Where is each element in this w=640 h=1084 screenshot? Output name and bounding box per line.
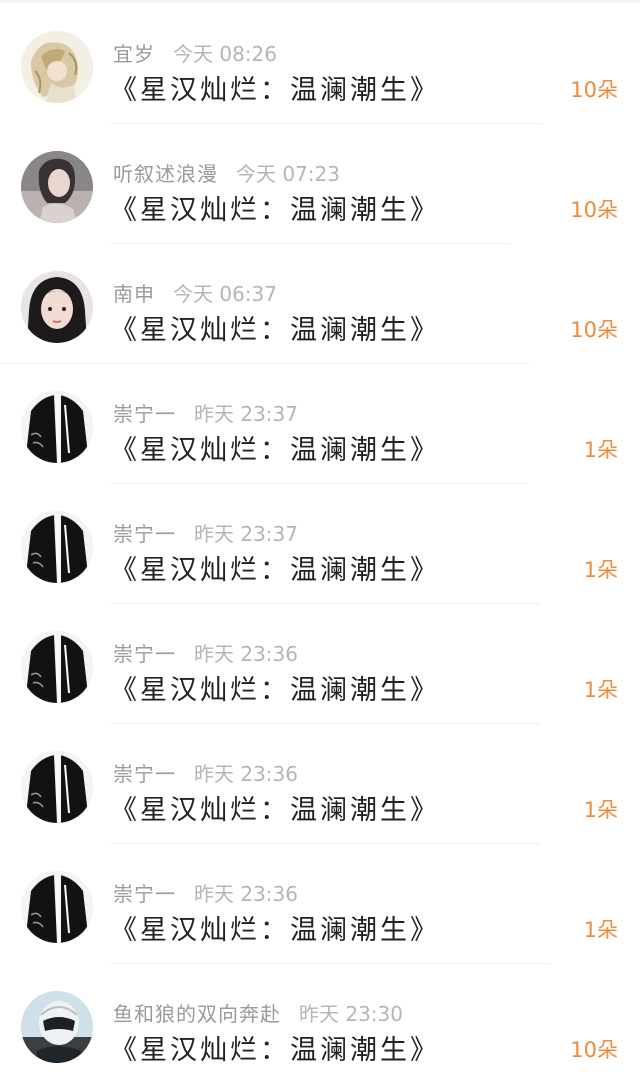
list-item[interactable]: 崇宁一 昨天 23:36 《星汉灿烂：温澜潮生》 1朵 — [0, 604, 640, 724]
gift-title: 《星汉灿烂：温澜潮生》 — [110, 1035, 440, 1066]
username[interactable]: 崇宁一 昨天 23:36 — [113, 758, 298, 787]
username[interactable]: 崇宁一 昨天 23:37 — [113, 398, 298, 427]
gift-title: 《星汉灿烂：温澜潮生》 — [110, 915, 440, 946]
list-item[interactable]: 南申 今天 06:37 《星汉灿烂：温澜潮生》 10朵 — [0, 244, 640, 364]
black-robe-avatar-icon — [21, 871, 93, 943]
gift-title: 《星汉灿烂：温澜潮生》 — [110, 675, 440, 706]
gift-title: 《星汉灿烂：温澜潮生》 — [110, 195, 440, 226]
avatar[interactable] — [21, 391, 93, 463]
username[interactable]: 崇宁一 昨天 23:37 — [113, 518, 298, 547]
timestamp: 今天 08:26 — [173, 42, 277, 66]
timestamp: 昨天 23:36 — [194, 882, 298, 906]
username[interactable]: 鱼和狼的双向奔赴 昨天 23:30 — [113, 998, 403, 1027]
list-item[interactable]: 崇宁一 昨天 23:36 《星汉灿烂：温澜潮生》 1朵 — [0, 844, 640, 964]
list-item[interactable]: 宜岁 今天 08:26 《星汉灿烂：温澜潮生》 10朵 — [0, 4, 640, 124]
top-divider — [0, 0, 640, 3]
timestamp: 昨天 23:37 — [194, 522, 298, 546]
list-item[interactable]: 崇宁一 昨天 23:36 《星汉灿烂：温澜潮生》 1朵 — [0, 724, 640, 844]
gift-amount: 1朵 — [583, 918, 618, 942]
avatar[interactable] — [21, 871, 93, 943]
list-item[interactable]: 崇宁一 昨天 23:37 《星汉灿烂：温澜潮生》 1朵 — [0, 364, 640, 484]
username[interactable]: 宜岁 今天 08:26 — [113, 38, 277, 67]
gift-amount: 10朵 — [570, 318, 618, 342]
helmet-rider-avatar-icon — [21, 991, 93, 1063]
list-item[interactable]: 鱼和狼的双向奔赴 昨天 23:30 《星汉灿烂：温澜潮生》 10朵 — [0, 964, 640, 1084]
username[interactable]: 南申 今天 06:37 — [113, 278, 277, 307]
avatar[interactable] — [21, 31, 93, 103]
black-robe-avatar-icon — [21, 631, 93, 703]
black-robe-avatar-icon — [21, 391, 93, 463]
avatar[interactable] — [21, 991, 93, 1063]
gift-amount: 10朵 — [570, 1038, 618, 1062]
gift-amount: 1朵 — [583, 558, 618, 582]
timestamp: 今天 07:23 — [236, 162, 340, 186]
username[interactable]: 听叙述浪漫 今天 07:23 — [113, 158, 340, 187]
black-robe-avatar-icon — [21, 511, 93, 583]
avatar[interactable] — [21, 271, 93, 343]
gift-amount: 1朵 — [583, 438, 618, 462]
gift-title: 《星汉灿烂：温澜潮生》 — [110, 555, 440, 586]
avatar[interactable] — [21, 751, 93, 823]
gift-title: 《星汉灿烂：温澜潮生》 — [110, 435, 440, 466]
timestamp: 昨天 23:30 — [299, 1002, 403, 1026]
gift-amount: 1朵 — [583, 798, 618, 822]
girl-dark-hair-avatar-icon — [21, 271, 93, 343]
avatar[interactable] — [21, 631, 93, 703]
list-item[interactable]: 崇宁一 昨天 23:37 《星汉灿烂：温澜潮生》 1朵 — [0, 484, 640, 604]
gift-title: 《星汉灿烂：温澜潮生》 — [110, 75, 440, 106]
timestamp: 昨天 23:37 — [194, 402, 298, 426]
gift-amount: 1朵 — [583, 678, 618, 702]
username[interactable]: 崇宁一 昨天 23:36 — [113, 878, 298, 907]
list-item[interactable]: 听叙述浪漫 今天 07:23 《星汉灿烂：温澜潮生》 10朵 — [0, 124, 640, 244]
sketch-couple-avatar-icon — [21, 31, 93, 103]
gift-title: 《星汉灿烂：温澜潮生》 — [110, 795, 440, 826]
avatar[interactable] — [21, 151, 93, 223]
gift-amount: 10朵 — [570, 198, 618, 222]
avatar[interactable] — [21, 511, 93, 583]
gift-amount: 10朵 — [570, 78, 618, 102]
timestamp: 今天 06:37 — [173, 282, 277, 306]
username[interactable]: 崇宁一 昨天 23:36 — [113, 638, 298, 667]
timestamp: 昨天 23:36 — [194, 642, 298, 666]
gift-title: 《星汉灿烂：温澜潮生》 — [110, 315, 440, 346]
timestamp: 昨天 23:36 — [194, 762, 298, 786]
girl-portrait-avatar-icon — [21, 151, 93, 223]
black-robe-avatar-icon — [21, 751, 93, 823]
